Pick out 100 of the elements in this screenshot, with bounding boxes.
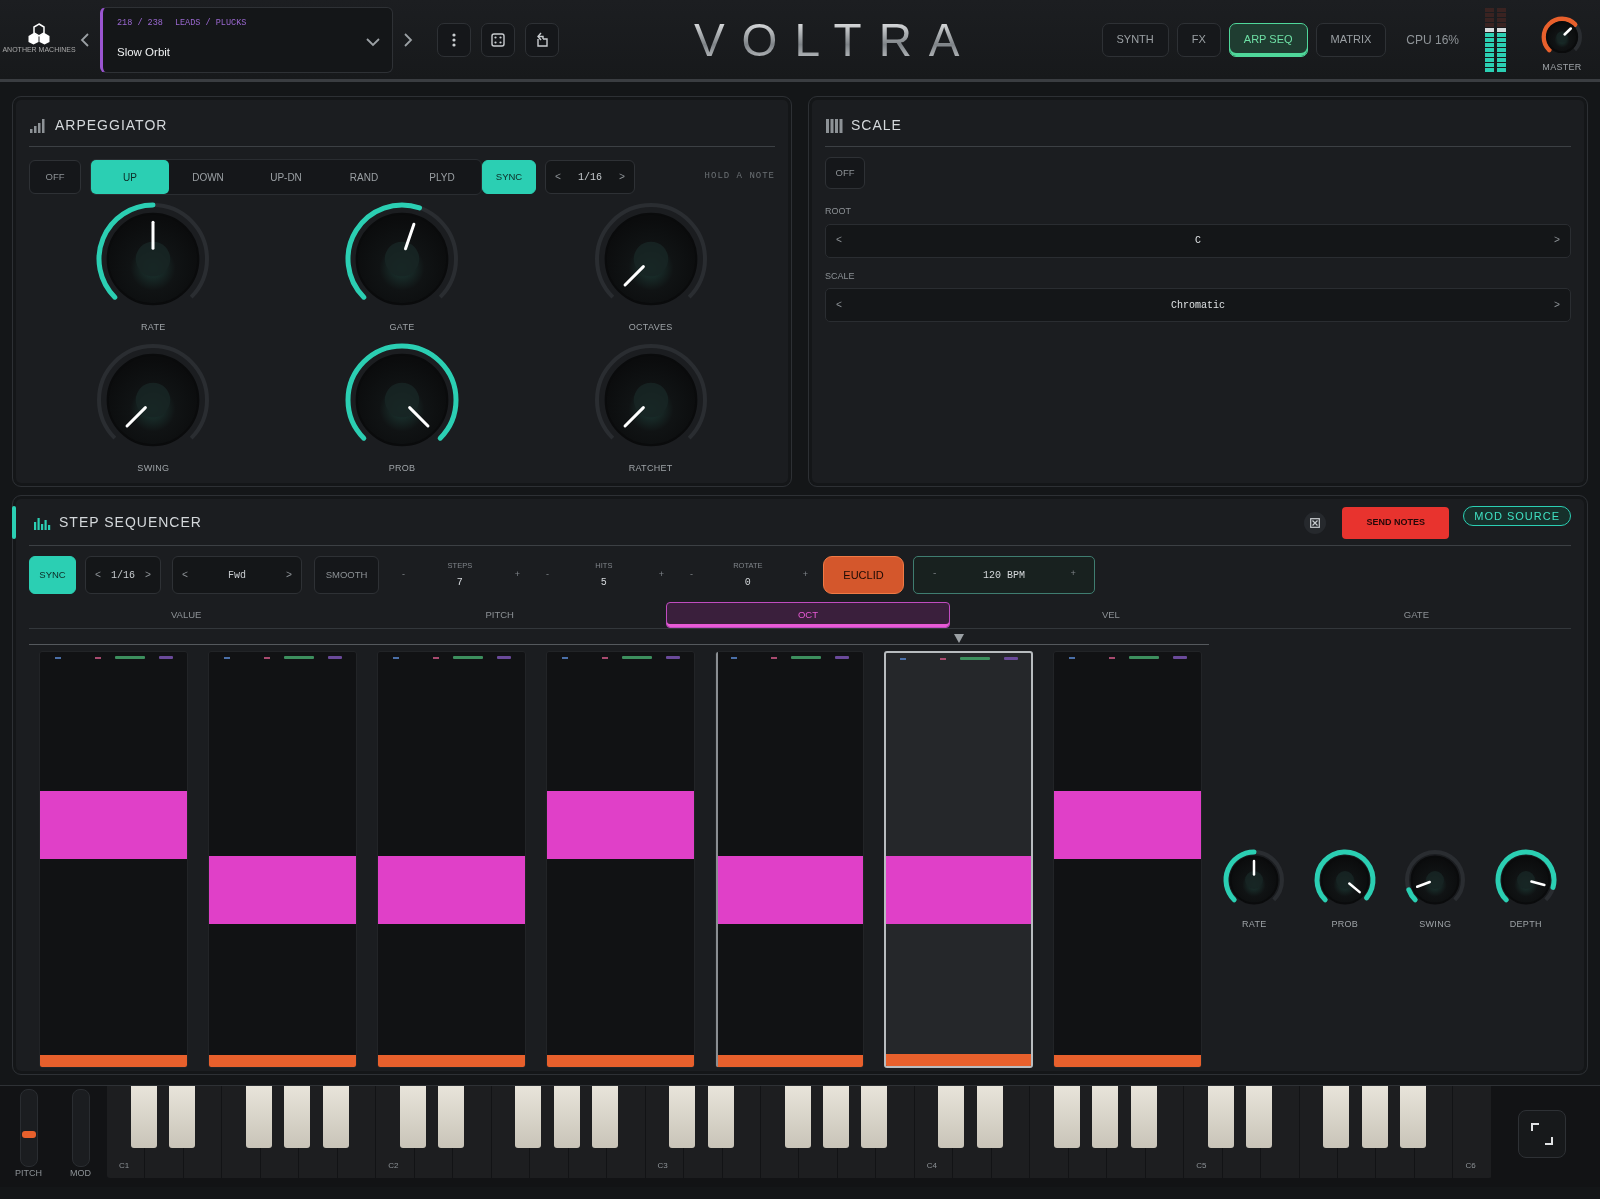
lane-tab[interactable]: VEL bbox=[969, 602, 1252, 628]
lane-tab[interactable]: VALUE bbox=[39, 602, 334, 628]
tab[interactable]: MATRIX bbox=[1315, 22, 1387, 57]
next-arrow[interactable]: > bbox=[1553, 233, 1560, 248]
lane-tab[interactable]: GATE bbox=[1271, 602, 1561, 628]
level-meter bbox=[1497, 7, 1506, 72]
selector-field[interactable]: < C > bbox=[825, 223, 1571, 258]
next-arrow[interactable]: > bbox=[618, 169, 625, 185]
off-button[interactable]: OFF bbox=[825, 157, 865, 189]
previous-arrow[interactable]: < bbox=[836, 297, 842, 313]
step-column[interactable] bbox=[1053, 651, 1202, 1068]
dice-icon[interactable] bbox=[490, 31, 506, 48]
lane-tab[interactable]: PITCH bbox=[353, 602, 646, 628]
selector-field[interactable]: < Chromatic > bbox=[825, 288, 1571, 322]
piano-key[interactable] bbox=[130, 1086, 157, 1148]
piano-key[interactable] bbox=[438, 1086, 465, 1148]
mod-source-button[interactable]: MOD SOURCE bbox=[1463, 506, 1571, 526]
increment-button[interactable]: + bbox=[1070, 568, 1076, 582]
stepper-value: Fwd bbox=[228, 568, 246, 583]
wheel-slider[interactable] bbox=[71, 1089, 90, 1167]
sync-button[interactable]: SYNC bbox=[482, 160, 536, 194]
next-arrow[interactable]: > bbox=[285, 567, 292, 583]
step-column[interactable] bbox=[208, 651, 357, 1068]
step-column[interactable] bbox=[715, 651, 864, 1068]
stepper-value: 1/16 bbox=[111, 568, 135, 583]
knob-label: OCTAVES bbox=[628, 321, 673, 334]
decrement-button[interactable]: - bbox=[546, 568, 549, 582]
counter-value: 5 bbox=[600, 576, 607, 591]
knob-label: SWING bbox=[137, 461, 170, 475]
piano-key[interactable] bbox=[1053, 1086, 1080, 1148]
decrement-button[interactable]: - bbox=[932, 568, 938, 582]
wheel-slider[interactable] bbox=[19, 1089, 38, 1167]
chevron-down-icon[interactable] bbox=[366, 36, 380, 47]
previous-arrow[interactable]: < bbox=[555, 169, 561, 185]
tab[interactable]: FX bbox=[1176, 22, 1221, 57]
division-stepper[interactable]: < 1/16 > bbox=[545, 160, 635, 194]
preset-name: Slow Orbit bbox=[117, 45, 171, 61]
step-column[interactable] bbox=[884, 651, 1033, 1068]
piano-keyboard[interactable]: C1 C2 C3 C4 C5 C6 bbox=[107, 1086, 1492, 1178]
direction-stepper[interactable]: < Fwd > bbox=[172, 556, 302, 594]
step-column[interactable] bbox=[546, 651, 695, 1068]
decrement-button[interactable]: - bbox=[690, 568, 693, 582]
piano-key[interactable] bbox=[1246, 1086, 1273, 1148]
increment-button[interactable]: + bbox=[658, 568, 664, 582]
mode-tab[interactable]: RAND bbox=[325, 160, 403, 194]
piano-key[interactable] bbox=[1323, 1086, 1350, 1148]
counter-value: 7 bbox=[456, 576, 463, 591]
decrement-button[interactable]: - bbox=[402, 568, 405, 582]
mode-tab[interactable]: PLYD bbox=[403, 160, 481, 194]
chevron-left-icon[interactable] bbox=[80, 32, 90, 47]
clear-icon[interactable] bbox=[1310, 517, 1321, 528]
wheel-label: PITCH bbox=[15, 1167, 42, 1180]
piano-key[interactable] bbox=[168, 1086, 195, 1148]
piano-key[interactable] bbox=[938, 1086, 965, 1148]
next-arrow[interactable]: > bbox=[144, 567, 151, 583]
undo-icon[interactable] bbox=[534, 31, 550, 48]
previous-arrow[interactable]: < bbox=[95, 567, 101, 583]
chevron-right-icon[interactable] bbox=[403, 32, 413, 47]
piano-key[interactable] bbox=[1207, 1086, 1234, 1148]
hint-text: HOLD A NOTE bbox=[703, 170, 775, 184]
next-arrow[interactable]: > bbox=[1553, 297, 1560, 313]
piano-key[interactable] bbox=[1092, 1086, 1119, 1148]
piano-key[interactable] bbox=[284, 1086, 311, 1148]
previous-arrow[interactable]: < bbox=[182, 567, 188, 583]
piano-key[interactable] bbox=[1361, 1086, 1388, 1148]
increment-button[interactable]: + bbox=[802, 568, 808, 582]
counter-value: 0 bbox=[744, 576, 751, 591]
tab[interactable]: SYNTH bbox=[1101, 22, 1169, 57]
wheel-marker[interactable] bbox=[21, 1131, 36, 1138]
preset-selector[interactable]: 218 / 238 LEADS / PLUCKS Slow Orbit bbox=[100, 6, 393, 73]
mode-tab[interactable]: UP bbox=[91, 160, 169, 194]
step-column[interactable] bbox=[39, 651, 188, 1068]
piano-key[interactable] bbox=[976, 1086, 1003, 1148]
piano-key[interactable] bbox=[515, 1086, 542, 1148]
piano-key[interactable] bbox=[592, 1086, 619, 1148]
piano-key[interactable] bbox=[707, 1086, 734, 1148]
previous-arrow[interactable]: < bbox=[836, 233, 842, 248]
send-notes-button[interactable]: SEND NOTES bbox=[1342, 506, 1450, 539]
piano-key[interactable] bbox=[399, 1086, 426, 1148]
piano-key[interactable] bbox=[553, 1086, 580, 1148]
expand-icon[interactable] bbox=[1531, 1123, 1553, 1145]
smooth-button[interactable]: SMOOTH bbox=[314, 556, 379, 594]
piano-key[interactable] bbox=[1130, 1086, 1157, 1148]
increment-button[interactable]: + bbox=[514, 568, 520, 582]
off-button[interactable]: OFF bbox=[29, 160, 81, 194]
mode-tab[interactable]: UP-DN bbox=[247, 160, 325, 194]
tab[interactable]: ARP SEQ bbox=[1228, 22, 1308, 57]
sync-button[interactable]: SYNC bbox=[29, 556, 76, 594]
division-stepper[interactable]: < 1/16 > bbox=[85, 556, 161, 594]
piano-key[interactable] bbox=[784, 1086, 811, 1148]
piano-key[interactable] bbox=[245, 1086, 272, 1148]
lane-tab[interactable]: OCT bbox=[665, 602, 950, 628]
tempo-field[interactable]: - 120 BPM + bbox=[913, 556, 1095, 594]
piano-key[interactable] bbox=[861, 1086, 888, 1148]
piano-key[interactable] bbox=[1400, 1086, 1427, 1148]
euclid-button[interactable]: EUCLID bbox=[823, 556, 904, 594]
piano-key[interactable] bbox=[322, 1086, 349, 1148]
step-column[interactable] bbox=[377, 651, 526, 1068]
piano-key[interactable] bbox=[669, 1086, 696, 1148]
mode-tab[interactable]: DOWN bbox=[169, 160, 247, 194]
